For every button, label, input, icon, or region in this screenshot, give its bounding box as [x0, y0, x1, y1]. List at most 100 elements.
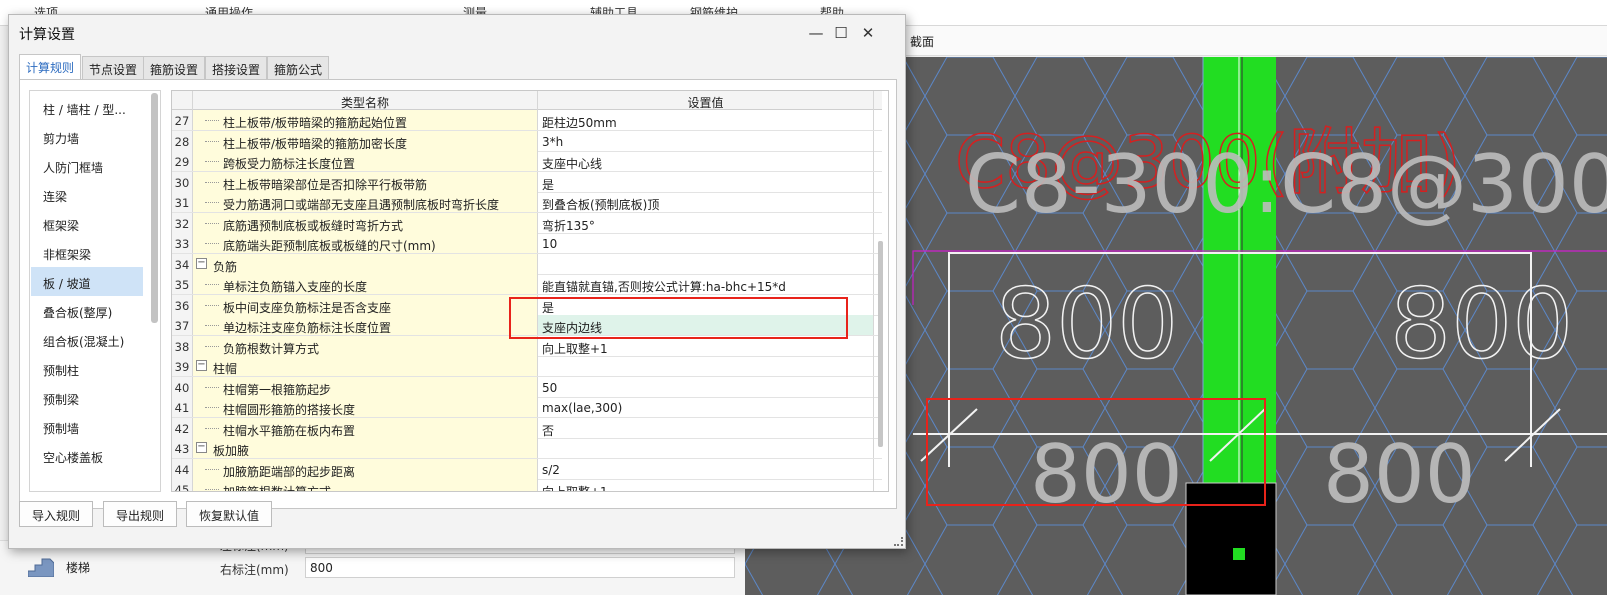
category-scrollbar[interactable]	[151, 93, 158, 323]
category-item[interactable]: 叠合板(整厚)	[31, 296, 143, 325]
grid-row[interactable]: 28 柱上板带/板带暗梁的箍筋加密长度 3*h	[172, 130, 882, 152]
export-rules-button[interactable]: 导出规则	[103, 501, 178, 527]
grid-scrollbar[interactable]	[878, 241, 883, 447]
header-value[interactable]: 设置值	[538, 91, 874, 110]
minimize-icon[interactable]: —	[802, 21, 830, 45]
grid-row[interactable]: 41 柱帽圆形箍筋的搭接长度 max(lae,300)	[172, 397, 882, 418]
grid-row[interactable]: 44 加腋筋距端部的起步距离 s/2	[172, 458, 882, 480]
category-item[interactable]: 框架梁	[31, 209, 143, 238]
category-item[interactable]: 预制墙	[31, 412, 143, 441]
grid-group-row[interactable]: 43− 板加腋	[172, 438, 882, 459]
grid-row[interactable]: 32 底筋遇预制底板或板缝时弯折方式 弯折135°	[172, 212, 882, 234]
grid-row[interactable]: 40 柱帽第一根箍筋起步 50	[172, 376, 882, 398]
cad-main-label: C8-300:C8@300	[965, 138, 1607, 231]
grid-row[interactable]: 35 单标注负筋锚入支座的长度 能直锚就直锚,否则按公式计算:ha-bhc+15*d	[172, 274, 882, 295]
row-name: 柱帽第一根箍筋起步	[193, 376, 538, 397]
row-value[interactable]: 弯折135°	[538, 212, 874, 233]
grid-row[interactable]: 36 板中间支座负筋标注是否含支座 是	[172, 294, 882, 316]
tab-content: 柱 / 墙柱 / 型... 剪力墙 人防门框墙 连梁 框架梁 非框架梁 板 / …	[19, 79, 897, 509]
grid-row[interactable]: 30 柱上板带暗梁部位是否扣除平行板带筋 是	[172, 171, 882, 193]
section-tab[interactable]: 截面	[910, 33, 934, 50]
category-item[interactable]: 人防门框墙	[31, 151, 143, 180]
row-number: 30	[172, 171, 193, 192]
row-value[interactable]: 向上取整+1	[538, 335, 874, 356]
grid-row[interactable]: 31 受力筋遇洞口或端部无支座且遇预制底板时弯折长度 到叠合板(预制底板)顶	[172, 192, 882, 213]
row-name: 柱帽圆形箍筋的搭接长度	[193, 397, 538, 417]
collapse-icon[interactable]: −	[196, 257, 207, 269]
grid-group-row[interactable]: 34− 负筋	[172, 253, 882, 275]
row-number: 38	[172, 335, 193, 356]
black-post	[1185, 482, 1277, 595]
prop-row-right-dim: 右标注(mm) 800	[210, 557, 740, 579]
restore-defaults-button[interactable]: 恢复默认值	[186, 501, 273, 527]
category-item[interactable]: 预制柱	[31, 354, 143, 383]
row-name: 加腋筋根数计算方式	[193, 479, 538, 491]
row-value[interactable]: 3*h	[538, 130, 874, 151]
grid-row[interactable]: 38 负筋根数计算方式 向上取整+1	[172, 335, 882, 357]
grid-row[interactable]: 37 单边标注支座负筋标注长度位置 支座内边线	[172, 315, 882, 336]
row-value[interactable]: 否	[538, 417, 874, 438]
category-item[interactable]: 柱 / 墙柱 / 型...	[31, 93, 143, 122]
row-value[interactable]: max(lae,300)	[538, 397, 874, 417]
row-number: 36	[172, 294, 193, 315]
category-item[interactable]: 预制梁	[31, 383, 143, 412]
grid-row[interactable]: 45 加腋筋根数计算方式 向上取整+1	[172, 479, 882, 491]
category-item[interactable]: 组合板(混凝土)	[31, 325, 143, 354]
grid-row[interactable]: 27 柱上板带/板带暗梁的箍筋起始位置 距柱边50mm	[172, 110, 882, 131]
row-name-text: 负筋	[213, 259, 238, 274]
tab-lap-settings[interactable]: 搭接设置	[205, 56, 268, 79]
category-item-selected[interactable]: 板 / 坡道	[31, 267, 143, 296]
row-value[interactable]	[538, 356, 874, 376]
maximize-icon[interactable]: ☐	[827, 21, 855, 45]
close-icon[interactable]: ✕	[854, 21, 882, 45]
category-item[interactable]: 剪力墙	[31, 122, 143, 151]
category-item[interactable]: 非框架梁	[31, 238, 143, 267]
row-name: 柱上板带/板带暗梁的箍筋加密长度	[193, 130, 538, 151]
collapse-icon[interactable]: −	[196, 360, 207, 371]
row-name-text: 板中间支座负筋标注是否含支座	[223, 300, 392, 315]
row-value[interactable]: 是	[538, 294, 874, 315]
row-number: 39	[172, 356, 193, 376]
header-name[interactable]: 类型名称	[193, 91, 538, 110]
row-number: 34	[172, 253, 193, 274]
grid-row[interactable]: 29 跨板受力筋标注长度位置 支座中心线	[172, 151, 882, 172]
grid-group-row[interactable]: 39− 柱帽	[172, 356, 882, 377]
category-item[interactable]: 连梁	[31, 180, 143, 209]
row-value[interactable]	[538, 253, 874, 274]
row-value[interactable]: 能直锚就直锚,否则按公式计算:ha-bhc+15*d	[538, 274, 874, 294]
row-number: 35	[172, 274, 193, 294]
stair-label[interactable]: 楼梯	[66, 559, 90, 576]
row-value[interactable]	[538, 438, 874, 458]
row-value[interactable]: 是	[538, 171, 874, 192]
row-value[interactable]: 向上取整+1	[538, 479, 874, 491]
category-list: 柱 / 墙柱 / 型... 剪力墙 人防门框墙 连梁 框架梁 非框架梁 板 / …	[29, 90, 161, 492]
row-number: 40	[172, 376, 193, 397]
row-name-text: 跨板受力筋标注长度位置	[223, 157, 356, 171]
tab-node-settings[interactable]: 节点设置	[82, 56, 145, 79]
row-number: 37	[172, 315, 193, 335]
import-rules-button[interactable]: 导入规则	[19, 501, 94, 527]
row-value[interactable]: 到叠合板(预制底板)顶	[538, 192, 874, 212]
cad-dim-bottom-right: 800	[1323, 428, 1476, 521]
row-name-text: 柱上板带暗梁部位是否扣除平行板带筋	[223, 177, 428, 192]
tab-calc-rules[interactable]: 计算规则	[19, 54, 82, 79]
grid-row[interactable]: 33 底筋端头距预制底板或板缝的尺寸(mm) 10	[172, 233, 882, 254]
grid-row[interactable]: 42 柱帽水平箍筋在板内布置 否	[172, 417, 882, 439]
collapse-icon[interactable]: −	[196, 442, 207, 453]
tab-stirrup-formula[interactable]: 箍筋公式	[267, 56, 330, 79]
row-name: 柱上板带暗梁部位是否扣除平行板带筋	[193, 171, 538, 192]
resize-grip-icon[interactable]	[894, 537, 903, 546]
row-name: − 柱帽	[193, 356, 538, 376]
row-value[interactable]: 10	[538, 233, 874, 253]
prop-value-input[interactable]: 800	[305, 557, 735, 578]
row-value[interactable]: 支座中心线	[538, 151, 874, 171]
category-item[interactable]: 空心楼盖板	[31, 441, 143, 470]
tab-stirrup-settings[interactable]: 箍筋设置	[143, 56, 206, 79]
row-name: 负筋根数计算方式	[193, 335, 538, 356]
row-name: 柱帽水平箍筋在板内布置	[193, 417, 538, 438]
row-name-text: 受力筋遇洞口或端部无支座且遇预制底板时弯折长度	[223, 198, 500, 212]
row-value-selected[interactable]: 支座内边线	[538, 315, 874, 335]
row-value[interactable]: 距柱边50mm	[538, 110, 874, 130]
row-value[interactable]: 50	[538, 376, 874, 397]
row-value[interactable]: s/2	[538, 458, 874, 479]
